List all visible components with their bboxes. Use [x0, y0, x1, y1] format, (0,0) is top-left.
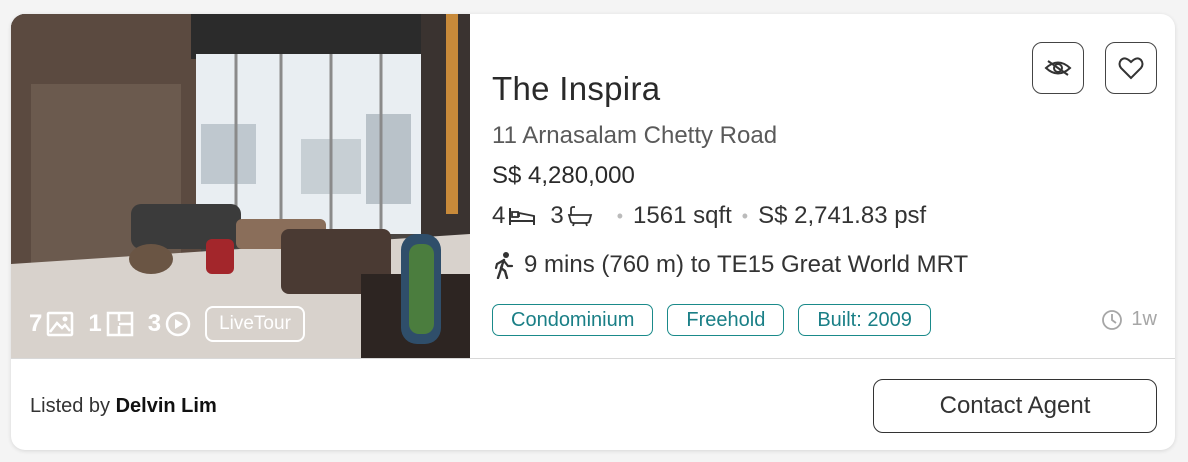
- media-counts: 7 1 3 LiveTour: [29, 306, 305, 342]
- photo-count-value: 7: [29, 310, 43, 337]
- contact-agent-button[interactable]: Contact Agent: [873, 379, 1157, 433]
- bathtub-icon: [567, 206, 592, 227]
- listed-by-prefix: Listed by: [30, 395, 116, 417]
- listing-photo[interactable]: 7 1 3 LiveTour: [11, 14, 470, 358]
- floorplan-icon: [106, 311, 133, 337]
- listing-title[interactable]: The Inspira: [492, 70, 660, 108]
- separator-dot: •: [741, 205, 749, 226]
- listing-footer: Listed by Delvin Lim Contact Agent: [11, 358, 1175, 450]
- image-icon: [47, 311, 74, 337]
- video-count[interactable]: 3: [148, 310, 191, 338]
- listing-tags: Condominium Freehold Built: 2009: [492, 304, 931, 336]
- listing-age: 1w: [1101, 308, 1157, 331]
- livetour-badge[interactable]: LiveTour: [205, 306, 305, 342]
- listing-age-value: 1w: [1131, 308, 1157, 330]
- tag-tenure: Freehold: [667, 304, 785, 336]
- listing-price: S$ 4,280,000: [492, 162, 635, 189]
- baths-value: 3: [550, 202, 564, 229]
- listing-specs: 4 3 • 1561 sqft • S$ 2,741.83 psf: [492, 202, 926, 230]
- mrt-distance: 9 mins (760 m) to TE15 Great World MRT: [492, 251, 968, 279]
- agent-name[interactable]: Delvin Lim: [116, 395, 217, 417]
- separator-dot: •: [616, 205, 624, 226]
- play-circle-icon: [165, 311, 191, 337]
- hide-listing-button[interactable]: [1032, 42, 1084, 94]
- mrt-text: 9 mins (760 m) to TE15 Great World MRT: [524, 251, 969, 278]
- listing-card[interactable]: 7 1 3 LiveTour The Inspira 11 Arnasalam …: [11, 14, 1175, 450]
- favorite-button[interactable]: [1105, 42, 1157, 94]
- area-value: 1561 sqft: [633, 202, 732, 229]
- tag-property-type: Condominium: [492, 304, 654, 336]
- listing-address: 11 Arnasalam Chetty Road: [492, 122, 778, 149]
- video-count-value: 3: [147, 310, 162, 337]
- walking-icon: [494, 252, 514, 279]
- bed-icon: [509, 208, 536, 225]
- clock-icon: [1102, 309, 1123, 330]
- floorplan-count[interactable]: 1: [88, 310, 133, 338]
- heart-icon: [1118, 57, 1144, 80]
- tag-built-year: Built: 2009: [798, 304, 931, 336]
- eye-slash-icon: [1044, 60, 1072, 76]
- floorplan-count-value: 1: [88, 310, 102, 337]
- photo-count[interactable]: 7: [29, 310, 74, 338]
- beds-value: 4: [492, 202, 506, 229]
- psf-value: S$ 2,741.83 psf: [758, 202, 927, 229]
- listing-info: The Inspira 11 Arnasalam Chetty Road S$ …: [492, 14, 1175, 358]
- listed-by: Listed by Delvin Lim: [30, 395, 217, 418]
